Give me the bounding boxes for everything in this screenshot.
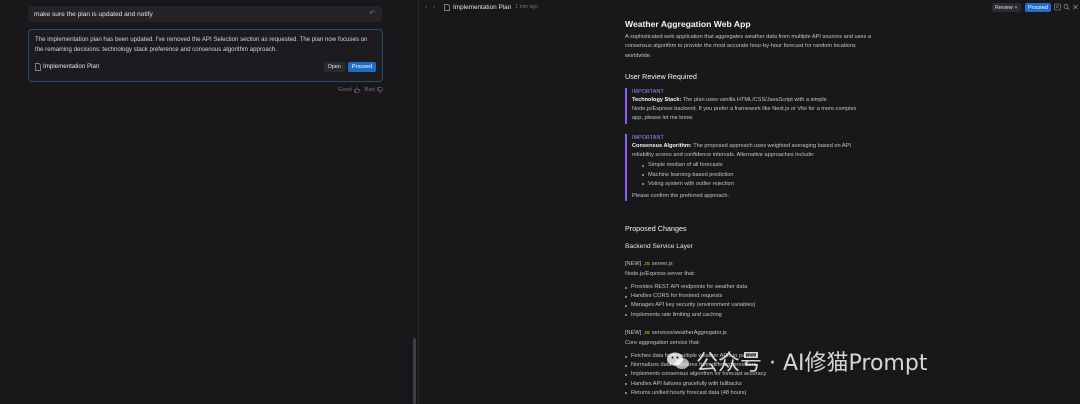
list-item: Handles API failures gracefully with fal… [625,380,766,389]
document-panel: ‹ › Implementation Plan 1 min ago Review… [419,0,1080,404]
chat-panel: make sure the plan is updated and notify… [0,0,418,404]
file-heading-server[interactable]: [NEW] JS server.js [625,259,673,269]
javascript-file-icon: JS [644,261,650,266]
user-message[interactable]: make sure the plan is updated and notify… [28,6,382,22]
tab-title[interactable]: Implementation Plan [453,4,511,11]
new-tag: [NEW] [625,330,642,336]
undo-icon[interactable]: ↶ [368,10,376,18]
artifact-label: Implementation Plan [43,63,100,70]
changes-heading: Proposed Changes [625,224,687,233]
watermark-text: 公众号 · AI修猫Prompt [696,351,928,376]
list-item: Handles CORS for frontend requests [625,292,755,301]
close-icon[interactable] [1072,3,1079,11]
thumbs-down-icon[interactable] [376,87,383,93]
new-tag: [NEW] [625,261,642,267]
open-button[interactable]: Open [323,61,345,72]
doc-title: Weather Aggregation Web App [625,19,751,29]
search-icon[interactable] [1063,3,1070,11]
important-callout-consensus: IMPORTANT Consensus Algorithm: The propo… [625,134,865,202]
server-features-list: Provides REST API endpoints for weather … [625,283,755,320]
feedback-row: Good Bad [338,86,383,94]
callout-body: Technology Stack: The plan uses vanilla … [632,96,865,124]
file-name: server.js [651,261,673,267]
list-item: Implements rate limiting and caching [625,311,755,320]
javascript-file-icon: JS [644,330,650,335]
review-label: Review [995,4,1013,11]
important-callout-tech-stack: IMPORTANT Technology Stack: The plan use… [625,88,865,124]
scrollbar[interactable] [413,338,416,404]
review-heading: User Review Required [625,72,697,81]
review-dropdown[interactable]: Review ▾ [992,3,1021,12]
callout-tag: IMPORTANT [632,89,664,95]
list-item: Returns unified hourly forecast data (48… [625,389,766,398]
chevron-down-icon: ▾ [1014,4,1018,11]
callout-body: Consensus Algorithm: The proposed approa… [632,142,865,160]
file-heading-aggregator[interactable]: [NEW] JS services/weatherAggregator.js [625,328,727,338]
file-icon [444,3,450,11]
callout-bold: Technology Stack: [632,97,682,103]
backend-heading: Backend Service Layer [625,243,693,250]
artifact-row[interactable]: Implementation Plan Open Proceed [35,61,376,72]
wechat-logo-icon [667,352,689,369]
document-body: Weather Aggregation Web App A sophistica… [625,0,885,404]
list-item: Machine learning-based prediction [642,171,865,180]
bad-label[interactable]: Bad [365,87,375,93]
doc-intro: A sophisticated web application that agg… [625,34,871,59]
proceed-button[interactable]: Proceed [347,61,376,72]
list-item: Provides REST API endpoints for weather … [625,283,755,292]
assistant-message-card: The implementation plan has been updated… [28,29,383,82]
assistant-message-text: The implementation plan has been updated… [35,36,368,53]
user-message-text: make sure the plan is updated and notify [34,10,153,18]
list-item: Manages API key security (environment va… [625,301,755,310]
callout-bold: Consensus Algorithm: [632,143,692,149]
good-label[interactable]: Good [338,87,352,93]
thumbs-up-icon[interactable] [353,87,360,93]
chevron-left-icon[interactable]: ‹ [422,4,430,11]
file-description: Node.js/Express server that: [625,271,696,277]
tab-timestamp: 1 min ago [515,4,539,10]
alternatives-list: Simple median of all forecasts Machine l… [642,161,865,189]
callout-tag: IMPORTANT [632,135,664,141]
proceed-button[interactable]: Proceed [1025,3,1051,12]
history-icon[interactable] [1054,3,1061,11]
callout-footer: Please confirm the preferred approach. [632,193,730,200]
file-icon [35,62,41,71]
chevron-right-icon[interactable]: › [430,4,438,11]
list-item: Simple median of all forecasts [642,161,865,170]
list-item: Voting system with outlier rejection [642,180,865,189]
file-name: services/weatherAggregator.js [651,330,727,336]
watermark: 公众号 · AI修猫Prompt [666,346,927,376]
